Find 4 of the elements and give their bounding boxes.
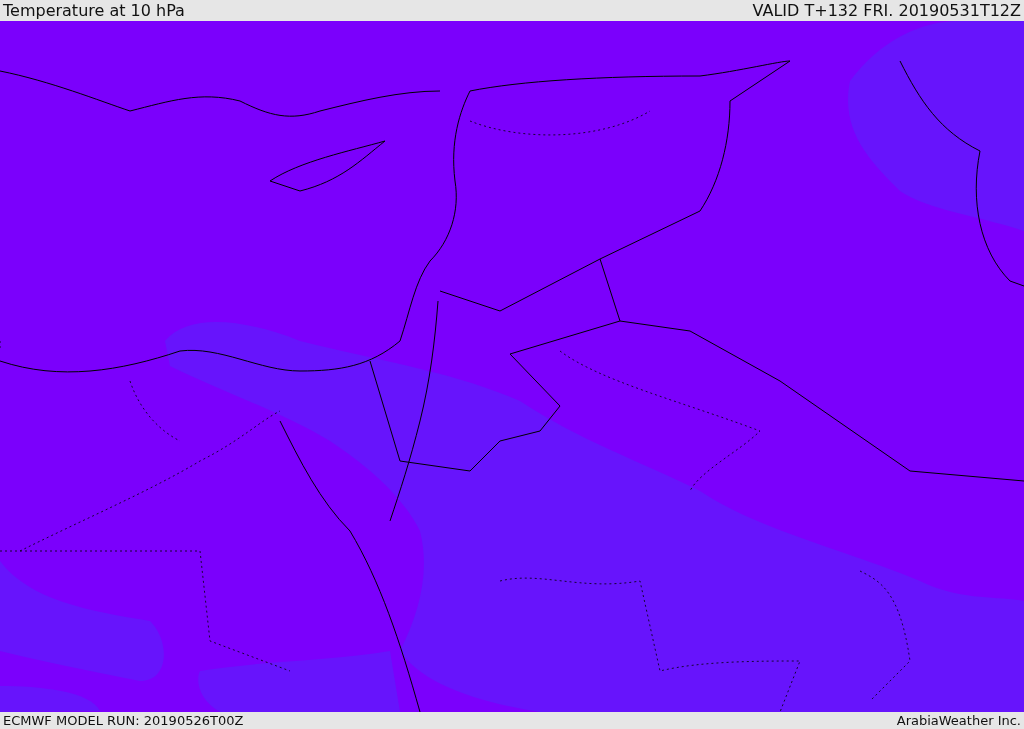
credit-text: ArabiaWeather Inc.	[896, 712, 1021, 729]
model-run: ECMWF MODEL RUN: 20190526T00Z	[3, 712, 244, 729]
map-title: Temperature at 10 hPa	[3, 0, 185, 21]
valid-time: VALID T+132 FRI. 20190531T12Z	[752, 0, 1021, 21]
